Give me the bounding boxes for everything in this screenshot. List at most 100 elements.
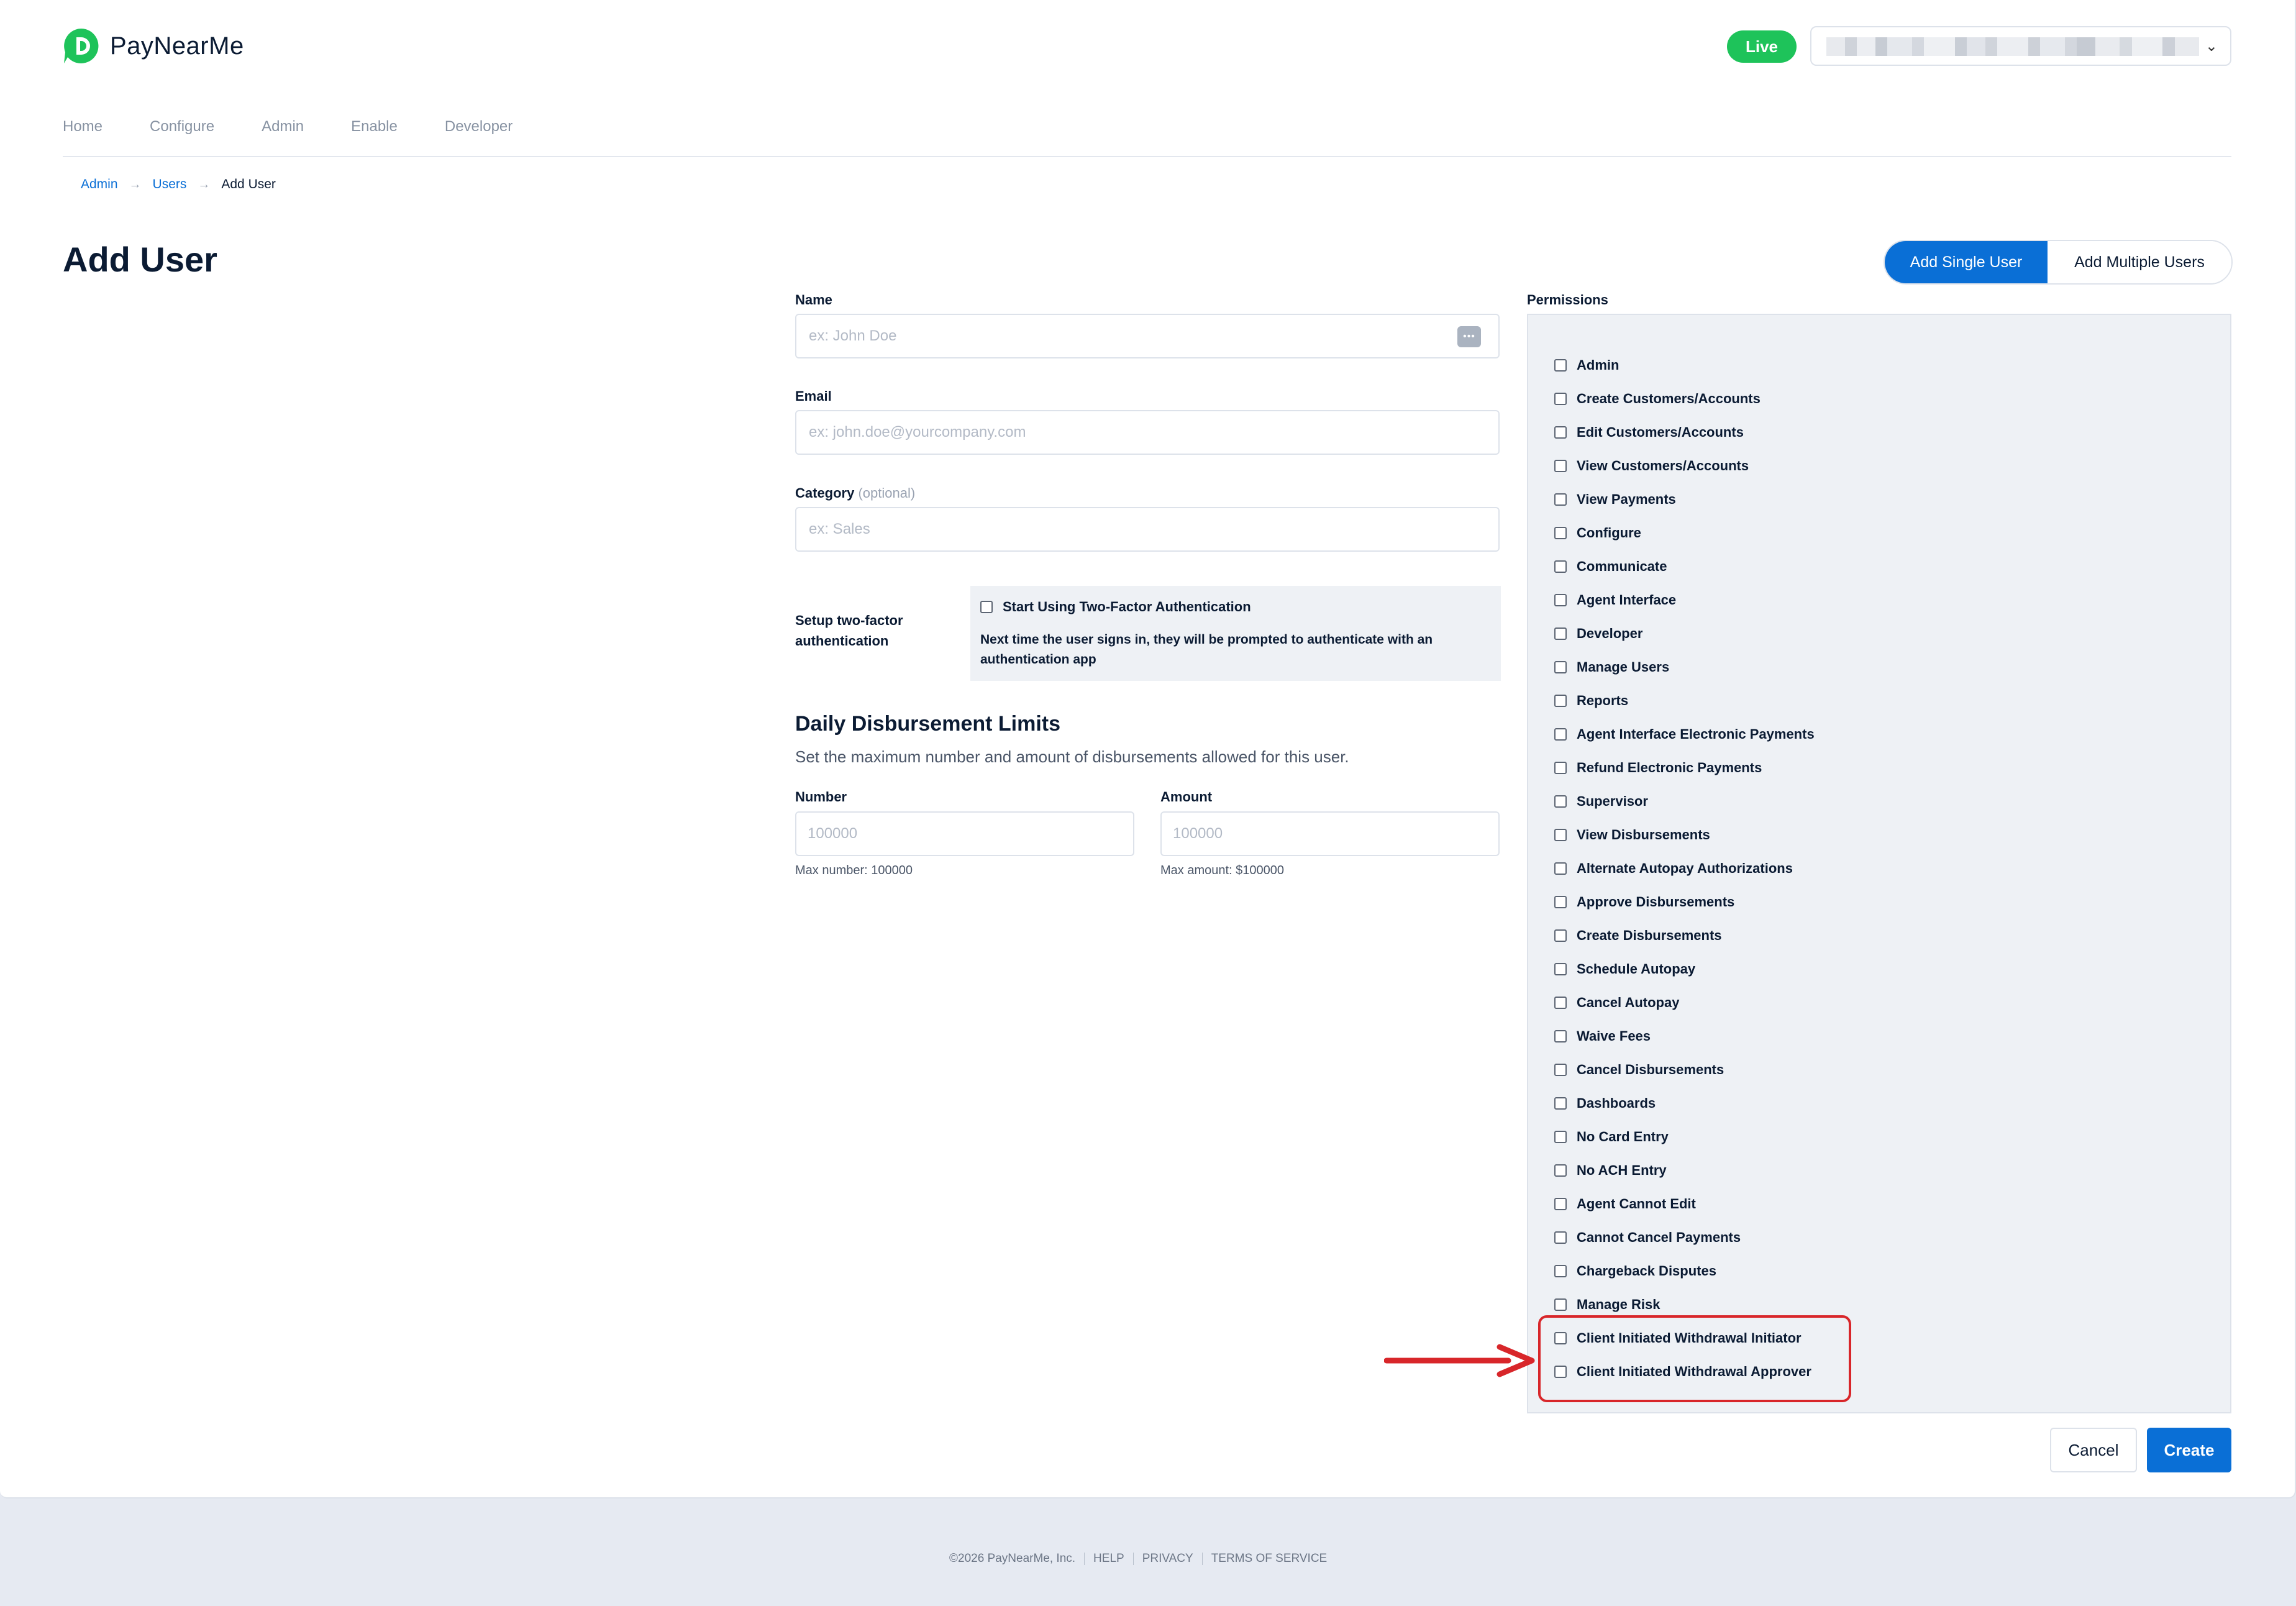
permission-checkbox[interactable]: [1554, 929, 1567, 942]
two-factor-label: Setup two-factor authentication: [795, 613, 903, 649]
breadcrumb-users[interactable]: Users: [153, 177, 187, 192]
permission-checkbox[interactable]: [1554, 762, 1567, 774]
permission-item[interactable]: Dashboards: [1554, 1094, 1656, 1113]
permission-item[interactable]: Create Disbursements: [1554, 926, 1722, 945]
permission-checkbox[interactable]: [1554, 594, 1567, 606]
permission-checkbox[interactable]: [1554, 1064, 1567, 1076]
two-factor-option[interactable]: Start Using Two-Factor Authentication: [980, 599, 1251, 615]
number-placeholder: 100000: [808, 825, 858, 842]
permission-item[interactable]: Create Customers/Accounts: [1554, 390, 1761, 408]
footer-help-link[interactable]: HELP: [1093, 1552, 1124, 1566]
permission-checkbox[interactable]: [1554, 829, 1567, 841]
chevron-down-icon: ⌄: [2205, 38, 2218, 55]
live-badge[interactable]: Live: [1727, 30, 1797, 63]
permission-item[interactable]: Chargeback Disputes: [1554, 1262, 1716, 1280]
permission-label: Approve Disbursements: [1577, 894, 1735, 910]
permission-item[interactable]: Waive Fees: [1554, 1027, 1651, 1046]
permission-item[interactable]: Supervisor: [1554, 792, 1648, 811]
footer-privacy-link[interactable]: PRIVACY: [1142, 1552, 1193, 1566]
permission-checkbox[interactable]: [1554, 997, 1567, 1009]
permission-item[interactable]: Edit Customers/Accounts: [1554, 423, 1744, 442]
permission-checkbox[interactable]: [1554, 1298, 1567, 1311]
permission-checkbox[interactable]: [1554, 359, 1567, 372]
permission-item[interactable]: Reports: [1554, 691, 1628, 710]
autofill-icon[interactable]: •••: [1457, 326, 1481, 347]
permission-item[interactable]: View Customers/Accounts: [1554, 457, 1749, 475]
permission-label: Edit Customers/Accounts: [1577, 424, 1744, 440]
permission-item[interactable]: Configure: [1554, 524, 1641, 542]
permission-item[interactable]: View Payments: [1554, 490, 1676, 509]
nav-configure[interactable]: Configure: [150, 118, 214, 135]
permission-checkbox[interactable]: [1554, 1030, 1567, 1043]
add-mode-toggle: Add Single User Add Multiple Users: [1884, 240, 2233, 285]
permission-checkbox[interactable]: [1554, 1131, 1567, 1143]
permission-item[interactable]: No ACH Entry: [1554, 1161, 1667, 1180]
permission-item[interactable]: View Disbursements: [1554, 826, 1710, 844]
permission-item[interactable]: Schedule Autopay: [1554, 960, 1695, 979]
number-input[interactable]: 100000: [795, 811, 1134, 856]
permission-item[interactable]: Developer: [1554, 624, 1642, 643]
footer-terms-link[interactable]: TERMS OF SERVICE: [1211, 1552, 1328, 1566]
permission-item[interactable]: Communicate: [1554, 557, 1667, 576]
permission-item[interactable]: Refund Electronic Payments: [1554, 759, 1762, 777]
permission-item[interactable]: Cancel Disbursements: [1554, 1061, 1724, 1079]
permission-checkbox[interactable]: [1554, 627, 1567, 640]
permission-item[interactable]: Agent Cannot Edit: [1554, 1195, 1696, 1213]
breadcrumb-admin[interactable]: Admin: [81, 177, 118, 192]
account-name-redacted: [1826, 37, 2200, 56]
amount-placeholder: 100000: [1173, 825, 1223, 842]
permission-checkbox[interactable]: [1554, 728, 1567, 741]
nav-home[interactable]: Home: [63, 118, 102, 135]
permission-item[interactable]: Alternate Autopay Authorizations: [1554, 859, 1793, 878]
permission-label: Dashboards: [1577, 1095, 1656, 1111]
permission-checkbox[interactable]: [1554, 460, 1567, 472]
permission-item[interactable]: Manage Users: [1554, 658, 1669, 677]
nav-admin[interactable]: Admin: [262, 118, 304, 135]
permission-item[interactable]: Agent Interface: [1554, 591, 1676, 609]
page-title: Add User: [63, 240, 217, 279]
permission-checkbox[interactable]: [1554, 1265, 1567, 1277]
add-single-user-tab[interactable]: Add Single User: [1885, 241, 2048, 283]
permission-item[interactable]: Admin: [1554, 356, 1619, 375]
category-input[interactable]: ex: Sales: [795, 507, 1500, 552]
permission-item[interactable]: Cannot Cancel Payments: [1554, 1228, 1741, 1247]
permission-label: No Card Entry: [1577, 1129, 1669, 1144]
account-selector[interactable]: ⌄: [1810, 26, 2231, 66]
permission-checkbox[interactable]: [1554, 963, 1567, 975]
permission-item[interactable]: No Card Entry: [1554, 1128, 1669, 1146]
two-factor-checkbox[interactable]: [980, 601, 993, 613]
paynearme-logo[interactable]: PayNearMe: [63, 27, 244, 65]
permission-label: Reports: [1577, 693, 1629, 708]
create-button[interactable]: Create: [2147, 1428, 2231, 1472]
email-input[interactable]: ex: john.doe@yourcompany.com: [795, 410, 1500, 455]
amount-input[interactable]: 100000: [1160, 811, 1500, 856]
permission-checkbox[interactable]: [1554, 695, 1567, 707]
permission-checkbox[interactable]: [1554, 1164, 1567, 1177]
permission-checkbox[interactable]: [1554, 560, 1567, 573]
permission-checkbox[interactable]: [1554, 426, 1567, 439]
permission-checkbox[interactable]: [1554, 896, 1567, 908]
permission-item[interactable]: Agent Interface Electronic Payments: [1554, 725, 1815, 744]
permission-item[interactable]: Cancel Autopay: [1554, 993, 1679, 1012]
permission-item[interactable]: Manage Risk: [1554, 1295, 1660, 1314]
permission-checkbox[interactable]: [1554, 1097, 1567, 1110]
permission-checkbox[interactable]: [1554, 795, 1567, 808]
permission-item[interactable]: Approve Disbursements: [1554, 893, 1734, 911]
nav-enable[interactable]: Enable: [351, 118, 398, 135]
number-label: Number: [795, 789, 847, 805]
permission-label: Refund Electronic Payments: [1577, 760, 1762, 775]
two-factor-checkbox-label: Start Using Two-Factor Authentication: [1003, 599, 1251, 614]
name-input[interactable]: ex: John Doe •••: [795, 314, 1500, 358]
permission-checkbox[interactable]: [1554, 393, 1567, 405]
permission-checkbox[interactable]: [1554, 1231, 1567, 1244]
permission-checkbox[interactable]: [1554, 527, 1567, 539]
permission-checkbox[interactable]: [1554, 661, 1567, 673]
permission-checkbox[interactable]: [1554, 862, 1567, 875]
permission-checkbox[interactable]: [1554, 1198, 1567, 1210]
nav-developer[interactable]: Developer: [445, 118, 512, 135]
add-multiple-users-tab[interactable]: Add Multiple Users: [2048, 241, 2231, 283]
cancel-button[interactable]: Cancel: [2050, 1428, 2137, 1472]
permission-checkbox[interactable]: [1554, 493, 1567, 506]
permission-label: Configure: [1577, 525, 1641, 541]
category-placeholder: ex: Sales: [809, 521, 870, 537]
